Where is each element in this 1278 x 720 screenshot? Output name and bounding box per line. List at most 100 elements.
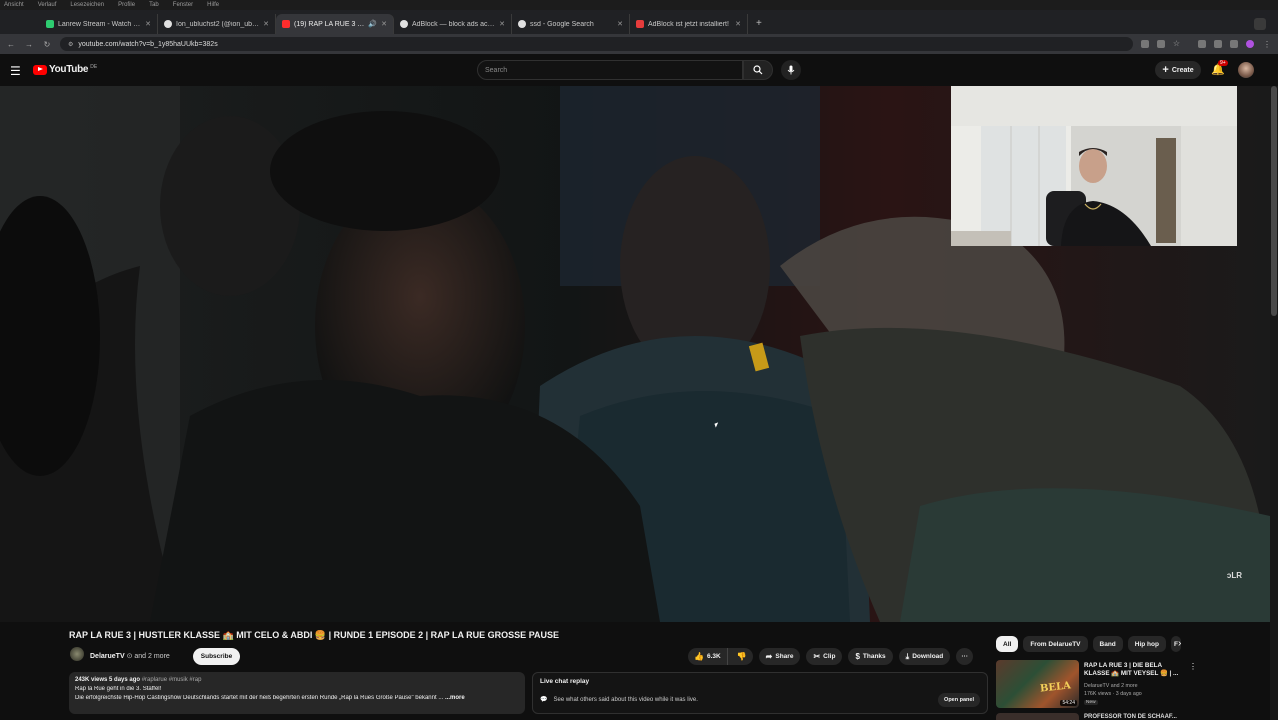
browser-tab[interactable]: ssd - Google Search ✕ (512, 14, 630, 34)
extension-icon[interactable] (1214, 40, 1222, 48)
download-label: Download (912, 653, 944, 660)
tab-title: AdBlock ist jetzt installiert! (648, 20, 729, 28)
extension-icon[interactable] (1140, 40, 1149, 48)
close-tab-icon[interactable]: ✕ (145, 20, 151, 28)
browser-tab-active[interactable]: (19) RAP LA RUE 3 | HU 🔊 ✕ (276, 14, 394, 34)
microphone-icon (787, 65, 795, 75)
share-label: Share (775, 653, 794, 660)
close-tab-icon[interactable]: ✕ (381, 20, 387, 28)
notification-count-badge: 9+ (1218, 60, 1228, 66)
menu-item[interactable]: Profile (118, 2, 135, 8)
new-tab-button[interactable]: + (748, 18, 770, 34)
description-line-2: Die erfolgreichste Hip-Hop Castingshow D… (75, 695, 519, 701)
browser-tab[interactable]: AdBlock — block ads across ✕ (394, 14, 512, 34)
thumbs-up-icon: 👍 (694, 652, 704, 661)
voice-search-button[interactable] (781, 60, 801, 80)
video-player[interactable]: ɔLR (0, 86, 1270, 622)
chat-bubble-icon: 💬 (540, 697, 548, 703)
bookmark-star-icon[interactable]: ☆ (1173, 40, 1180, 48)
kebab-menu-icon[interactable]: ⋮ (1189, 662, 1197, 671)
address-bar[interactable]: ⚙ youtube.com/watch?v=b_1y85haUUkb=382s (60, 37, 1133, 51)
recommended-video[interactable]: PROFESSOR TON DE SCHAAF... (996, 713, 1266, 720)
description-line: Rap la Rue geht in die 3. Staffel! (75, 686, 162, 692)
video-title: RAP LA RUE 3 | HUSTLER KLASSE 🏫 MIT CELO… (69, 630, 560, 640)
live-chat-message: 💬 See what others said about this video … (540, 696, 698, 704)
youtube-play-icon (33, 64, 47, 75)
more-actions-button[interactable]: ··· (956, 648, 974, 665)
subscribe-button[interactable]: Subscribe (193, 648, 240, 665)
create-button[interactable]: + Create (1155, 61, 1201, 79)
google-favicon (518, 20, 526, 28)
close-tab-icon[interactable]: ✕ (617, 20, 623, 28)
region-code: DE (90, 64, 98, 70)
notifications-button[interactable]: 🔔 9+ (1211, 60, 1228, 76)
chip-from-channel[interactable]: From DelarueTV (1023, 636, 1088, 652)
webcam-frame (951, 86, 1237, 246)
extension-icon[interactable] (1156, 40, 1165, 48)
thanks-button[interactable]: $ Thanks (848, 648, 893, 665)
tab-search-button[interactable] (1254, 18, 1266, 30)
channel-name[interactable]: DelarueTV ⊙ and 2 more (90, 652, 170, 660)
reload-icon[interactable]: ↻ (42, 40, 52, 49)
search-icon (753, 65, 763, 75)
back-icon[interactable]: ← (6, 40, 16, 49)
clip-button[interactable]: ✂ Clip (806, 648, 843, 665)
page-scrollbar[interactable] (1270, 86, 1278, 720)
tab-title: AdBlock — block ads across (412, 20, 496, 28)
kebab-menu-icon[interactable]: ⋮ (1262, 40, 1272, 49)
tab-title: Lanrew Stream - Watch Live (58, 20, 142, 28)
video-thumbnail[interactable]: BELA 54:24 (996, 660, 1079, 708)
like-button[interactable]: 👍 6.3K (688, 648, 728, 665)
recommended-video[interactable]: BELA 54:24 RAP LA RUE 3 | DIE BELA KLASS… (996, 660, 1266, 710)
recommended-channel[interactable]: DelarueTV and 2 more (1084, 683, 1138, 689)
extension-icon[interactable] (1198, 40, 1206, 48)
description-box[interactable]: 243K views 5 days ago #raplarue #musik #… (69, 672, 525, 714)
menu-item[interactable]: Ansicht (4, 2, 24, 8)
video-actions: 👍 6.3K 👎 ➦ Share ✂ Clip $ Thanks ⤓ Download ·… (688, 648, 974, 665)
menu-item[interactable]: Hilfe (207, 2, 219, 8)
chip-all[interactable]: All (996, 636, 1019, 652)
forward-icon[interactable]: → (24, 40, 34, 49)
browser-tab[interactable]: AdBlock ist jetzt installiert! ✕ (630, 14, 748, 34)
close-tab-icon[interactable]: ✕ (499, 20, 505, 28)
like-dislike-group: 👍 6.3K 👎 (688, 648, 753, 665)
tab-title: (19) RAP LA RUE 3 | HU (294, 20, 365, 28)
close-tab-icon[interactable]: ✕ (735, 20, 741, 28)
tab-title: Ion_ubluchst2 (@ion_ubluc (176, 20, 260, 28)
download-button[interactable]: ⤓ Download (898, 648, 951, 665)
menu-item[interactable]: Fenster (173, 2, 193, 8)
browser-tab-strip: Lanrew Stream - Watch Live ✕ Ion_ubluchs… (0, 10, 1278, 34)
menu-item[interactable]: Tab (149, 2, 159, 8)
video-thumbnail[interactable] (996, 713, 1079, 720)
chevron-right-icon[interactable]: › (1178, 638, 1181, 649)
account-avatar[interactable] (1238, 62, 1254, 78)
hamburger-menu-icon[interactable]: ☰ (10, 64, 21, 78)
recommended-title: PROFESSOR TON DE SCHAAF... (1084, 714, 1177, 720)
dislike-button[interactable]: 👎 (731, 648, 753, 665)
close-tab-icon[interactable]: ✕ (263, 20, 269, 28)
chip-hip-hop[interactable]: Hip hop (1127, 636, 1166, 652)
thanks-label: Thanks (862, 653, 886, 660)
search-input[interactable]: Search (477, 60, 743, 80)
channel-avatar[interactable] (70, 647, 84, 661)
sidebar-icon[interactable] (1230, 40, 1238, 48)
speaker-icon[interactable]: 🔊 (368, 20, 377, 28)
share-button[interactable]: ➦ Share (758, 648, 801, 665)
more-link[interactable]: ...more (445, 695, 465, 701)
browser-toolbar: ← → ↻ ⚙ youtube.com/watch?v=b_1y85haUUkb… (0, 34, 1278, 54)
site-info-icon[interactable]: ⚙ (68, 41, 73, 48)
filter-chips: All From DelarueTV Band Hip hop F (996, 636, 1181, 652)
open-panel-button[interactable]: Open panel (938, 693, 980, 707)
scrollbar-thumb[interactable] (1271, 86, 1277, 316)
browser-tab[interactable]: Ion_ubluchst2 (@ion_ubluc ✕ (158, 14, 276, 34)
chip-band[interactable]: Band (1092, 636, 1123, 652)
profile-icon[interactable] (1246, 40, 1254, 48)
url-text: youtube.com/watch?v=b_1y85haUUkb=382s (78, 40, 218, 48)
browser-tab[interactable]: Lanrew Stream - Watch Live ✕ (40, 14, 158, 34)
menu-item[interactable]: Lesezeichen (70, 2, 104, 8)
hashtags[interactable]: #raplarue #musik #rap (142, 677, 202, 683)
search-button[interactable] (743, 60, 773, 80)
duration-badge: 54:24 (1060, 700, 1077, 706)
youtube-logo[interactable]: YouTube DE (33, 64, 97, 75)
menu-item[interactable]: Verlauf (38, 2, 57, 8)
